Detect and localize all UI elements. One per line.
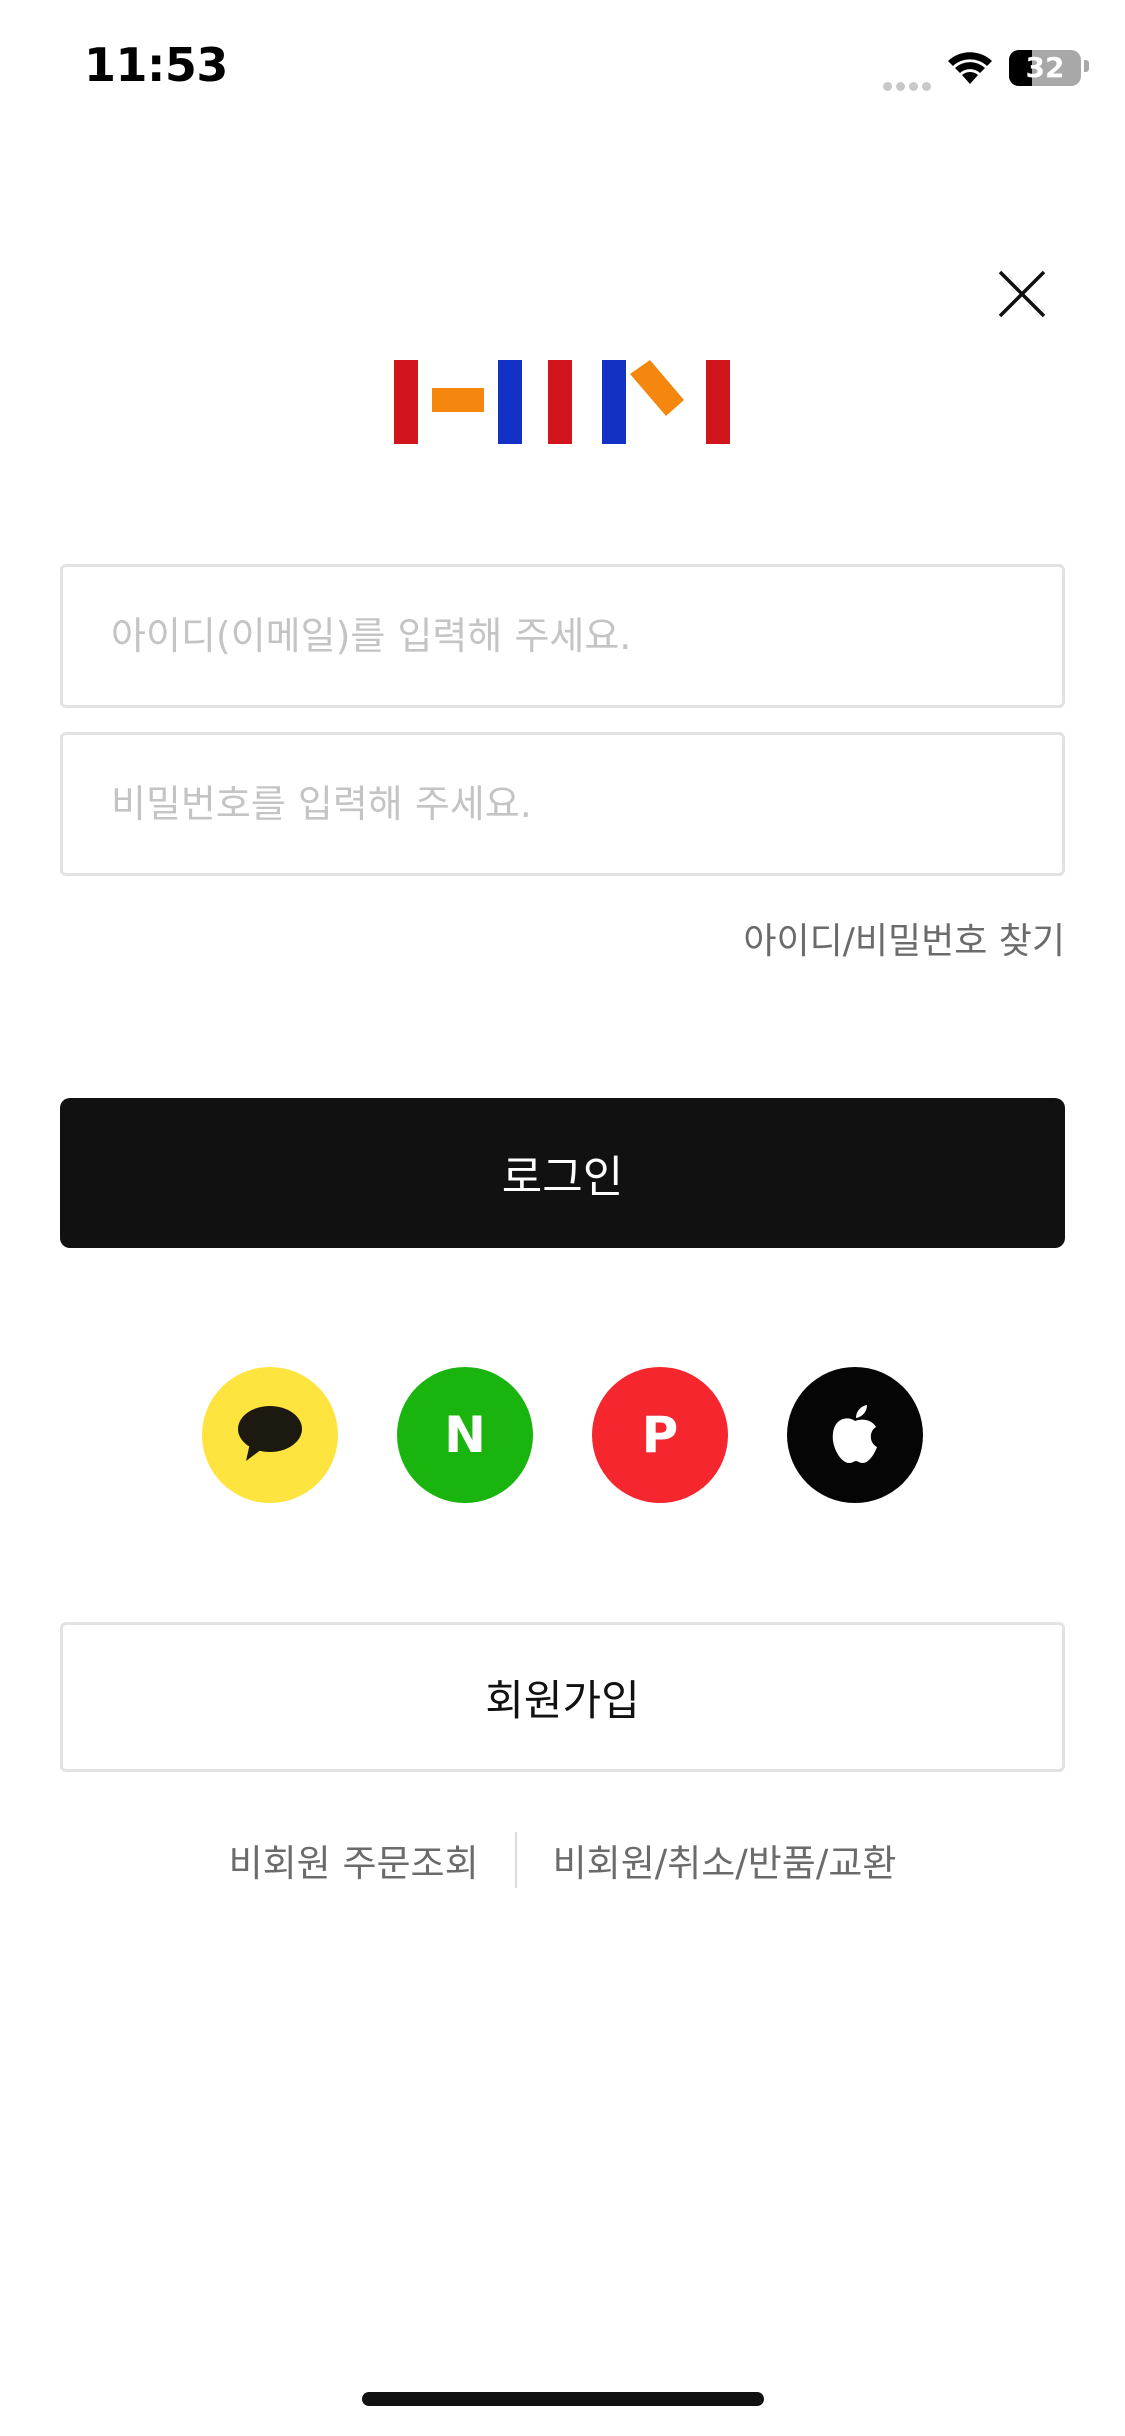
footer-links: 비회원 주문조회 비회원/취소/반품/교환 bbox=[0, 1830, 1125, 1890]
guest-order-lookup-link[interactable]: 비회원 주문조회 bbox=[193, 1833, 515, 1887]
close-button[interactable] bbox=[996, 268, 1048, 320]
battery-level: 32 bbox=[1025, 51, 1065, 84]
guest-cancel-return-exchange-link[interactable]: 비회원/취소/반품/교환 bbox=[517, 1833, 933, 1887]
find-id-password-link[interactable]: 아이디/비밀번호 찾기 bbox=[743, 912, 1065, 964]
apple-icon bbox=[832, 1405, 877, 1463]
home-indicator[interactable] bbox=[362, 2392, 764, 2406]
payco-p-icon: P bbox=[641, 1406, 679, 1464]
brand-logo bbox=[394, 360, 730, 444]
password-field[interactable] bbox=[63, 735, 1062, 873]
wifi-icon bbox=[948, 52, 992, 84]
status-icons: 32 bbox=[871, 48, 1089, 91]
naver-n-icon: N bbox=[444, 1406, 486, 1464]
password-field-container bbox=[60, 732, 1065, 876]
login-screen: 11:53 32 아이디(이메일)를 입력해 주세요. 아이디/비밀번호 찾기 … bbox=[0, 0, 1125, 2436]
payco-login-button[interactable]: P bbox=[592, 1367, 728, 1503]
email-field[interactable] bbox=[63, 567, 1062, 705]
kakao-login-button[interactable] bbox=[202, 1367, 338, 1503]
cellular-signal-icon bbox=[883, 76, 939, 91]
login-button[interactable]: 로그인 bbox=[60, 1098, 1065, 1248]
battery-icon: 32 bbox=[1009, 50, 1081, 86]
email-field-container bbox=[60, 564, 1065, 708]
naver-login-button[interactable]: N bbox=[397, 1367, 533, 1503]
signup-button[interactable]: 회원가입 bbox=[60, 1622, 1065, 1772]
close-icon bbox=[998, 270, 1046, 318]
apple-login-button[interactable] bbox=[787, 1367, 923, 1503]
kakao-speech-bubble-icon bbox=[238, 1406, 302, 1461]
status-time: 11:53 bbox=[84, 38, 228, 92]
